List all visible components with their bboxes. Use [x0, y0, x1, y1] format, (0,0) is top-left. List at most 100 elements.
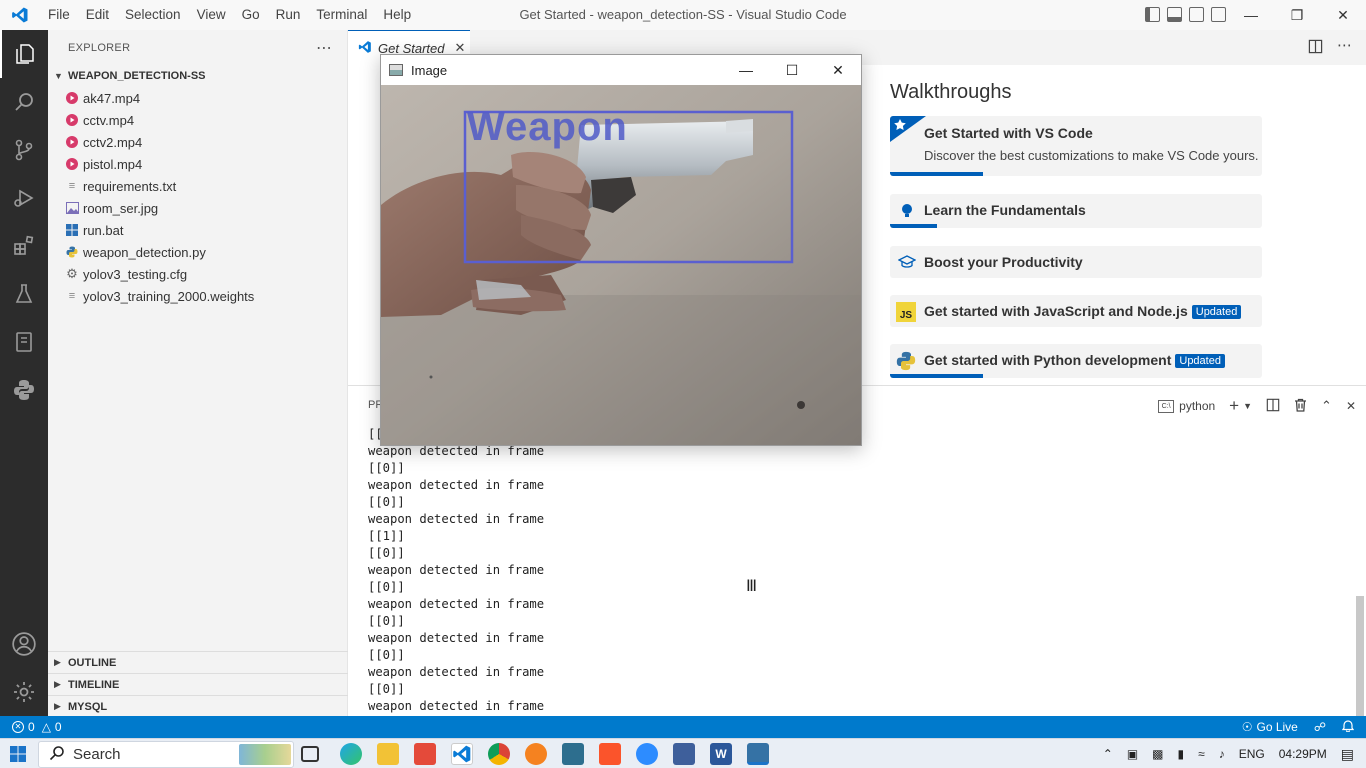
remote-explorer-icon[interactable] — [0, 318, 48, 366]
menu-file[interactable]: File — [40, 0, 78, 30]
terminal-scrollbar[interactable] — [1356, 596, 1364, 716]
display-icon[interactable]: ▩ — [1152, 747, 1163, 761]
clock[interactable]: 04:29PM — [1279, 747, 1327, 761]
file-item[interactable]: ak47.mp4 — [48, 87, 347, 109]
menu-run[interactable]: Run — [268, 0, 309, 30]
walkthrough-card[interactable]: Boost your Productivity — [890, 246, 1262, 278]
terminal-selector[interactable]: C:\ python — [1158, 399, 1215, 413]
file-name: weapon_detection.py — [83, 244, 206, 260]
zoom-app-icon[interactable] — [636, 743, 658, 765]
menu-view[interactable]: View — [189, 0, 234, 30]
restore-button[interactable]: ❐ — [1274, 0, 1320, 30]
workspace-folder[interactable]: ▼ WEAPON_DETECTION-SS — [48, 65, 347, 87]
walkthrough-card[interactable]: Get started with Python development Updat… — [890, 344, 1262, 378]
windows-start-icon[interactable] — [10, 746, 26, 765]
file-item[interactable]: run.bat — [48, 219, 347, 241]
image-window[interactable]: Image — ☐ ✕ Weapon — [380, 54, 862, 446]
file-item[interactable]: cctv.mp4 — [48, 109, 347, 131]
run-debug-icon[interactable] — [0, 174, 48, 222]
menu-selection[interactable]: Selection — [117, 0, 189, 30]
battery-icon[interactable]: ▮ — [1178, 747, 1185, 761]
close-button[interactable]: ✕ — [1320, 0, 1366, 30]
toggle-sidebar-icon[interactable] — [1145, 7, 1160, 22]
problems-indicator[interactable]: ✕ 0 △ 0 — [0, 720, 62, 734]
accounts-status-icon[interactable]: ☍ — [1314, 720, 1326, 734]
chrome-browser-icon[interactable] — [488, 743, 510, 765]
source-control-icon[interactable] — [0, 126, 48, 174]
camera-icon[interactable]: ▣ — [1127, 747, 1138, 761]
more-actions-icon[interactable]: ⋯ — [316, 38, 333, 58]
menu-help[interactable]: Help — [375, 0, 419, 30]
go-live-button[interactable]: ☉ Go Live — [1242, 720, 1298, 734]
explorer-icon[interactable] — [0, 30, 48, 78]
wifi-icon[interactable]: ≈ — [1198, 747, 1205, 761]
menu-terminal[interactable]: Terminal — [308, 0, 375, 30]
file-item[interactable]: ⚙ yolov3_testing.cfg — [48, 263, 347, 285]
split-terminal-icon[interactable] — [1266, 398, 1280, 415]
timeline-section[interactable]: ▶ TIMELINE — [48, 673, 348, 695]
terminal-line: [[0]] — [368, 648, 405, 662]
task-view-icon[interactable] — [301, 746, 319, 762]
python-icon[interactable] — [0, 366, 48, 414]
minimize-button[interactable]: — — [1228, 0, 1274, 30]
walkthrough-card[interactable]: Learn the Fundamentals — [890, 194, 1262, 228]
image-close-button[interactable]: ✕ — [815, 55, 861, 85]
accounts-icon[interactable] — [0, 620, 48, 668]
edge-browser-icon[interactable] — [340, 743, 362, 765]
maximize-panel-icon[interactable]: ⌃ — [1321, 398, 1332, 414]
notifications-bell-icon[interactable] — [1341, 719, 1355, 735]
file-explorer-icon[interactable] — [377, 743, 399, 765]
volume-icon[interactable]: ♪ — [1219, 747, 1225, 761]
file-item[interactable]: cctv2.mp4 — [48, 131, 347, 153]
screen-recorder-icon[interactable] — [673, 743, 695, 765]
outline-section[interactable]: ▶ OUTLINE — [48, 651, 348, 673]
menu-go[interactable]: Go — [234, 0, 268, 30]
image-maximize-button[interactable]: ☐ — [769, 55, 815, 85]
manage-gear-icon[interactable] — [0, 668, 48, 716]
terminal-line: [[0]] — [368, 495, 405, 509]
trash-icon[interactable] — [1294, 398, 1307, 415]
mysql-section[interactable]: ▶ MYSQL — [48, 695, 348, 717]
customize-layout-icon[interactable] — [1211, 7, 1226, 22]
more-actions-icon[interactable]: ⋯ — [1337, 38, 1352, 57]
walkthroughs-title: Walkthroughs — [890, 81, 1012, 103]
toggle-secondary-sidebar-icon[interactable] — [1189, 7, 1204, 22]
explorer-header: EXPLORER ⋯ — [48, 30, 347, 65]
text-cursor-icon: Ⅲ — [746, 578, 758, 595]
store-app-icon[interactable] — [414, 743, 436, 765]
toggle-panel-icon[interactable] — [1167, 7, 1182, 22]
menu-edit[interactable]: Edit — [78, 0, 117, 30]
extensions-icon[interactable] — [0, 222, 48, 270]
brave-browser-icon[interactable] — [599, 743, 621, 765]
file-item[interactable]: weapon_detection.py — [48, 241, 347, 263]
terminal-name: python — [1179, 399, 1216, 413]
split-editor-icon[interactable] — [1308, 39, 1323, 57]
taskbar-search-box[interactable]: Search — [38, 741, 294, 768]
walkthrough-card[interactable]: Get Started with VS Code Discover the be… — [890, 116, 1262, 176]
vscode-taskbar-icon[interactable] — [451, 743, 473, 765]
terminal-line: weapon detected in frame — [368, 597, 545, 611]
notification-center-icon[interactable]: ▤ — [1341, 746, 1354, 763]
search-tool-icon[interactable] — [525, 743, 547, 765]
file-item[interactable]: ≡ requirements.txt — [48, 175, 347, 197]
tray-overflow-chevron-icon[interactable]: ⌃ — [1103, 747, 1113, 761]
word-app-icon[interactable]: W — [710, 743, 732, 765]
file-item[interactable]: room_ser.jpg — [48, 197, 347, 219]
terminal-line: weapon detected in frame — [368, 512, 545, 526]
chevron-down-icon[interactable]: ▼ — [1243, 401, 1252, 411]
testing-icon[interactable] — [0, 270, 48, 318]
snipping-tool-icon[interactable] — [562, 743, 584, 765]
file-item[interactable]: pistol.mp4 — [48, 153, 347, 175]
search-icon[interactable] — [0, 78, 48, 126]
terminal-line: [[0]] — [368, 546, 405, 560]
language-indicator[interactable]: ENG — [1239, 747, 1265, 761]
new-terminal-icon[interactable]: + — [1229, 396, 1239, 416]
close-panel-icon[interactable]: ✕ — [1346, 399, 1356, 413]
terminal-output[interactable]: [[0]] weapon detected in frame [[0]] weapon… — [368, 426, 544, 715]
file-name: room_ser.jpg — [83, 200, 159, 216]
walkthrough-card[interactable]: JS Get started with JavaScript and Node.… — [890, 295, 1262, 327]
image-minimize-button[interactable]: — — [723, 55, 769, 85]
file-item[interactable]: ≡ yolov3_training_2000.weights — [48, 285, 347, 307]
python-taskbar-icon[interactable] — [747, 743, 769, 765]
vscode-logo-icon[interactable] — [0, 0, 40, 30]
